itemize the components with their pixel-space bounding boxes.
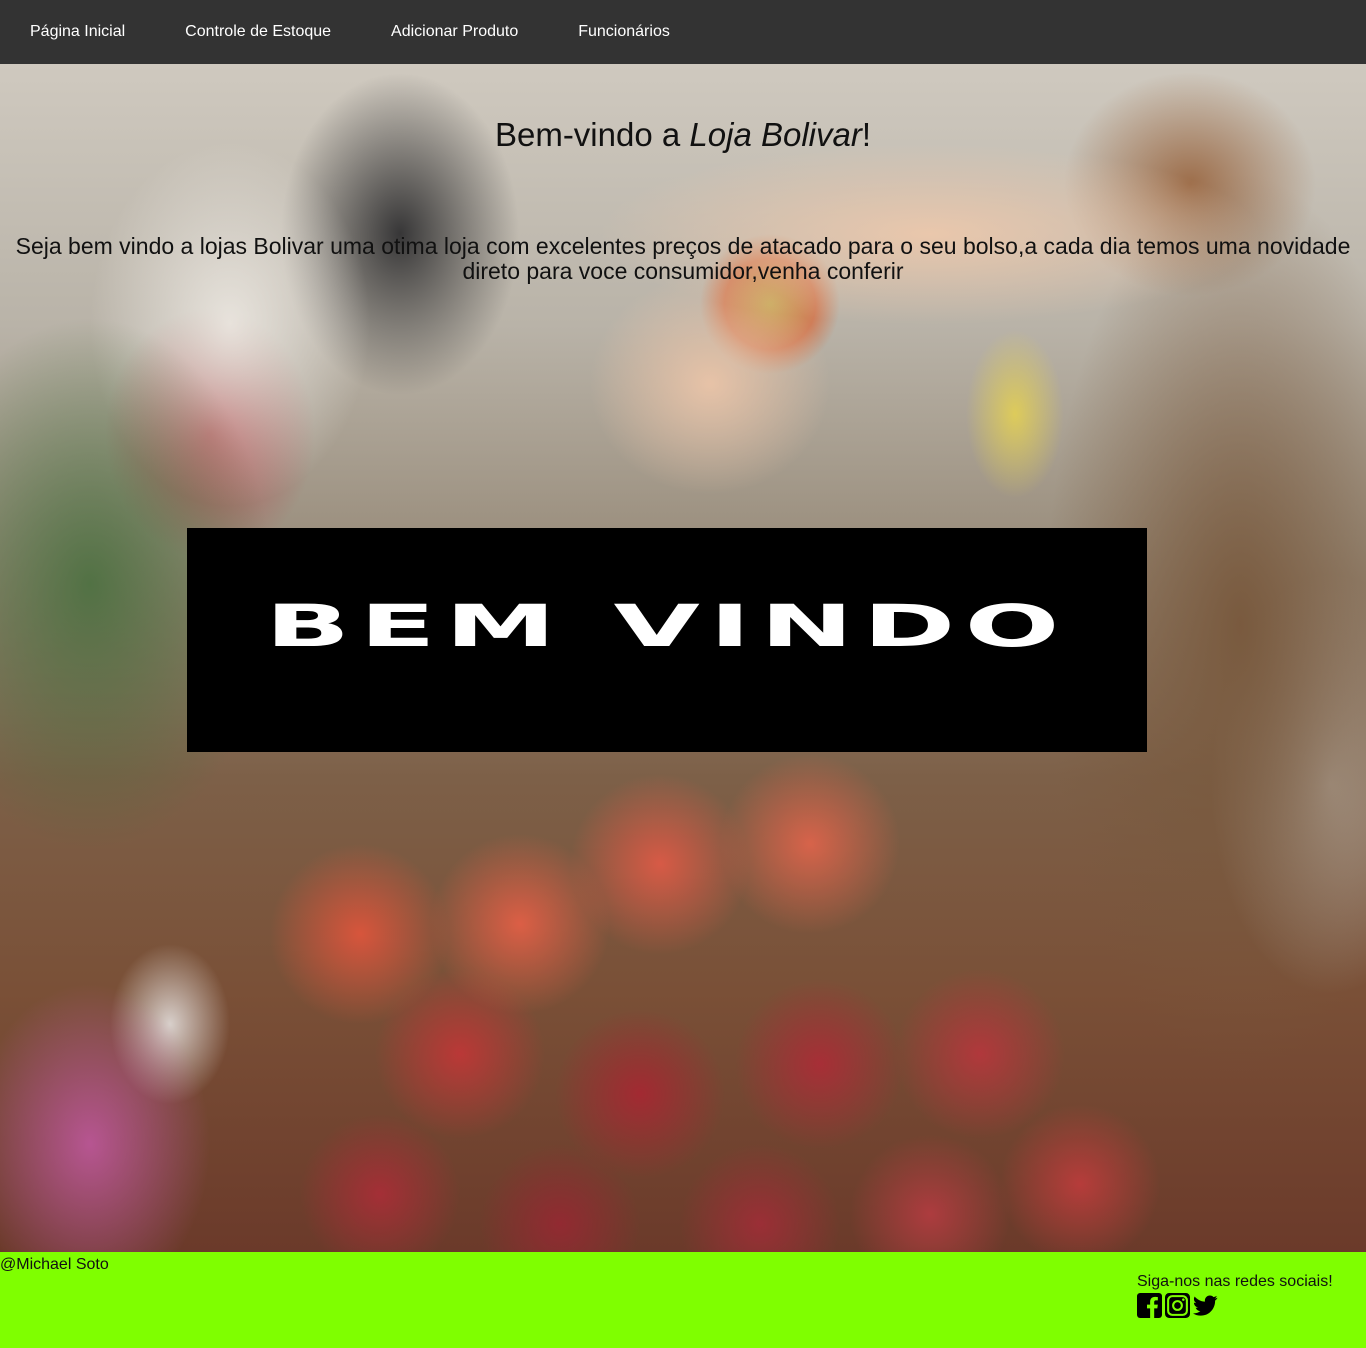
facebook-icon[interactable] <box>1137 1293 1162 1318</box>
social-section: Siga-nos nas redes sociais! <box>1137 1273 1357 1318</box>
welcome-text: Seja bem vindo a lojas Bolivar uma otima… <box>15 233 1351 284</box>
top-navbar: Página Inicial Controle de Estoque Adici… <box>0 0 1366 64</box>
author-credit: @Michael Soto <box>0 1256 109 1273</box>
title-prefix: Bem-vindo a <box>494 116 690 153</box>
nav-item-add-product[interactable]: Adicionar Produto <box>361 0 548 64</box>
social-icons <box>1137 1293 1357 1318</box>
nav-item-employees[interactable]: Funcionários <box>548 0 700 64</box>
title-brand: Loja Bolivar <box>689 116 862 153</box>
nav-item-home[interactable]: Página Inicial <box>0 0 155 64</box>
page-title: Bem-vindo a Loja Bolivar! <box>0 116 1366 154</box>
footer: @Michael Soto Siga-nos nas redes sociais… <box>0 1252 1366 1348</box>
nav-item-inventory[interactable]: Controle de Estoque <box>155 0 361 64</box>
banner-text: BEM VINDO <box>265 592 1069 660</box>
twitter-icon[interactable] <box>1193 1293 1218 1318</box>
title-suffix: ! <box>861 116 872 153</box>
social-label: Siga-nos nas redes sociais! <box>1137 1273 1333 1290</box>
hero-section: Bem-vindo a Loja Bolivar! Seja bem vindo… <box>0 64 1366 1252</box>
welcome-banner: BEM VINDO <box>187 528 1147 752</box>
instagram-icon[interactable] <box>1165 1293 1190 1318</box>
